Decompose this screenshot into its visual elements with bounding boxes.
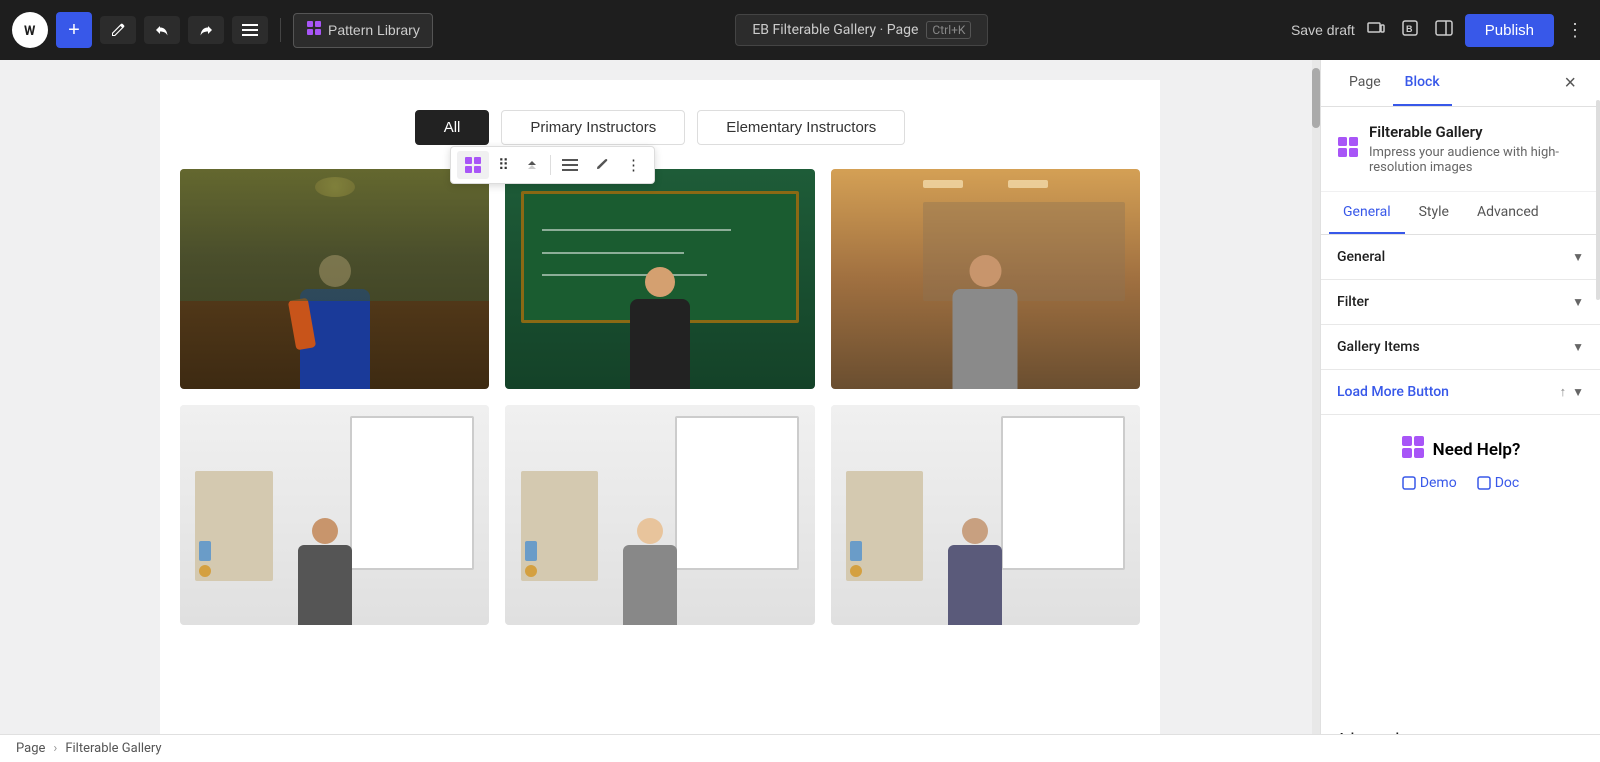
- need-help-icon: [1401, 435, 1425, 465]
- accordion-load-more: Load More Button ↑ ▼: [1321, 370, 1600, 415]
- accordion-load-more-header[interactable]: Load More Button ↑ ▼: [1321, 370, 1600, 414]
- main-layout: ⠿ ⋮ All Primary Instructors Elementary I…: [0, 60, 1600, 762]
- svg-text:W: W: [24, 24, 36, 39]
- add-block-button[interactable]: +: [56, 12, 92, 48]
- accordion-general-arrow: ▼: [1572, 250, 1584, 264]
- ctrl-k-shortcut: Ctrl+K: [926, 21, 971, 39]
- demo-link[interactable]: Demo: [1402, 475, 1457, 491]
- gallery-item-4[interactable]: [180, 405, 489, 625]
- more-options-toolbar-button[interactable]: ⋮: [619, 151, 648, 179]
- drag-handle-button[interactable]: ⠿: [491, 151, 516, 179]
- accordion-gallery-items-arrow: ▼: [1572, 340, 1584, 354]
- gallery-grid-row2: [180, 405, 1140, 625]
- plugin-button[interactable]: B: [1397, 15, 1423, 46]
- move-up-button[interactable]: [518, 153, 546, 177]
- block-info: Filterable Gallery Impress your audience…: [1369, 123, 1584, 175]
- sidebar-close-button[interactable]: ×: [1556, 60, 1584, 106]
- wp-logo-icon[interactable]: W: [12, 12, 48, 48]
- sidebar-toggle-button[interactable]: [1431, 15, 1457, 46]
- block-type-button[interactable]: [457, 151, 489, 179]
- canvas-area[interactable]: ⠿ ⋮ All Primary Instructors Elementary I…: [0, 60, 1320, 762]
- svg-text:B: B: [1406, 24, 1413, 34]
- gallery-grid-row1: [180, 169, 1140, 389]
- canvas-scrollbar[interactable]: [1312, 60, 1320, 734]
- tab-advanced[interactable]: Advanced: [1463, 192, 1553, 234]
- need-help-links: Demo Doc: [1402, 475, 1519, 491]
- publish-button[interactable]: Publish: [1465, 14, 1554, 47]
- gallery-item-5[interactable]: [505, 405, 814, 625]
- page-tab[interactable]: Page: [1337, 60, 1393, 106]
- tools-menu-button[interactable]: [232, 16, 268, 44]
- accordion-general-label: General: [1337, 249, 1385, 265]
- right-sidebar: Page Block × Filterable Gallery Impress …: [1320, 60, 1600, 762]
- gallery-item-6[interactable]: [831, 405, 1140, 625]
- pattern-library-button[interactable]: Pattern Library: [293, 13, 433, 48]
- gallery-item-1[interactable]: [180, 169, 489, 389]
- page-title: EB Filterable Gallery · Page: [752, 22, 918, 38]
- accordion-filter-arrow: ▼: [1572, 295, 1584, 309]
- block-description: Impress your audience with high-resoluti…: [1369, 145, 1584, 175]
- filter-elementary-button[interactable]: Elementary Instructors: [697, 110, 905, 145]
- accordion-gallery-items-label: Gallery Items: [1337, 339, 1420, 355]
- gallery-item-2[interactable]: [505, 169, 814, 389]
- status-bar: Page › Filterable Gallery: [0, 734, 1600, 762]
- accordion-load-more-arrow: ▼: [1572, 385, 1584, 399]
- block-tab[interactable]: Block: [1393, 60, 1452, 106]
- accordion-general-header[interactable]: General ▼: [1321, 235, 1600, 279]
- accordion-filter: Filter ▼: [1321, 280, 1600, 325]
- pattern-icon: [306, 20, 322, 41]
- topbar: W + Pattern Library EB Filterable Galler…: [0, 0, 1600, 60]
- align-button[interactable]: [555, 152, 585, 178]
- accordion-filter-label: Filter: [1337, 294, 1369, 310]
- doc-link[interactable]: Doc: [1477, 475, 1520, 491]
- redo-button[interactable]: [188, 16, 224, 44]
- pattern-library-label: Pattern Library: [328, 22, 420, 38]
- gallery-item-3[interactable]: [831, 169, 1140, 389]
- undo-button[interactable]: [144, 16, 180, 44]
- topbar-right: Save draft B Publish ⋮: [1291, 14, 1588, 47]
- accordion-filter-header[interactable]: Filter ▼: [1321, 280, 1600, 324]
- filter-primary-button[interactable]: Primary Instructors: [501, 110, 685, 145]
- block-header: Filterable Gallery Impress your audience…: [1321, 107, 1600, 192]
- more-options-button[interactable]: ⋮: [1562, 16, 1588, 45]
- topbar-center: EB Filterable Gallery · Page Ctrl+K: [441, 14, 1283, 46]
- need-help-section: Need Help? Demo Doc: [1321, 415, 1600, 511]
- devices-button[interactable]: [1363, 15, 1389, 46]
- accordion-load-more-label: Load More Button: [1337, 384, 1449, 400]
- tab-style[interactable]: Style: [1405, 192, 1463, 234]
- tab-general[interactable]: General: [1329, 192, 1405, 234]
- accordion-general: General ▼: [1321, 235, 1600, 280]
- doc-label: Doc: [1495, 475, 1520, 491]
- accordion-gallery-items-header[interactable]: Gallery Items ▼: [1321, 325, 1600, 369]
- breadcrumb-page[interactable]: Page: [16, 741, 45, 756]
- page-title-bar: EB Filterable Gallery · Page Ctrl+K: [735, 14, 988, 46]
- block-settings-tabs: General Style Advanced: [1321, 192, 1600, 235]
- canvas-inner: ⠿ ⋮ All Primary Instructors Elementary I…: [160, 80, 1160, 762]
- edit-button[interactable]: [587, 152, 617, 178]
- demo-label: Demo: [1420, 475, 1457, 491]
- sidebar-page-block-tabs: Page Block ×: [1321, 60, 1600, 107]
- toolbar-separator: [550, 155, 551, 175]
- filter-row: All Primary Instructors Elementary Instr…: [180, 110, 1140, 145]
- block-name: Filterable Gallery: [1369, 123, 1584, 141]
- floating-toolbar: ⠿ ⋮: [450, 146, 655, 184]
- block-icon: [1337, 136, 1359, 163]
- breadcrumb-separator: ›: [53, 741, 57, 756]
- need-help-title: Need Help?: [1433, 440, 1521, 460]
- topbar-separator: [280, 18, 281, 42]
- accordion-gallery-items: Gallery Items ▼: [1321, 325, 1600, 370]
- filter-all-button[interactable]: All: [415, 110, 490, 145]
- sidebar-scrollbar[interactable]: [1596, 60, 1600, 734]
- need-help-header: Need Help?: [1401, 435, 1521, 465]
- edit-tool-button[interactable]: [100, 16, 136, 44]
- breadcrumb-filterable-gallery[interactable]: Filterable Gallery: [65, 741, 161, 756]
- save-draft-button[interactable]: Save draft: [1291, 22, 1355, 38]
